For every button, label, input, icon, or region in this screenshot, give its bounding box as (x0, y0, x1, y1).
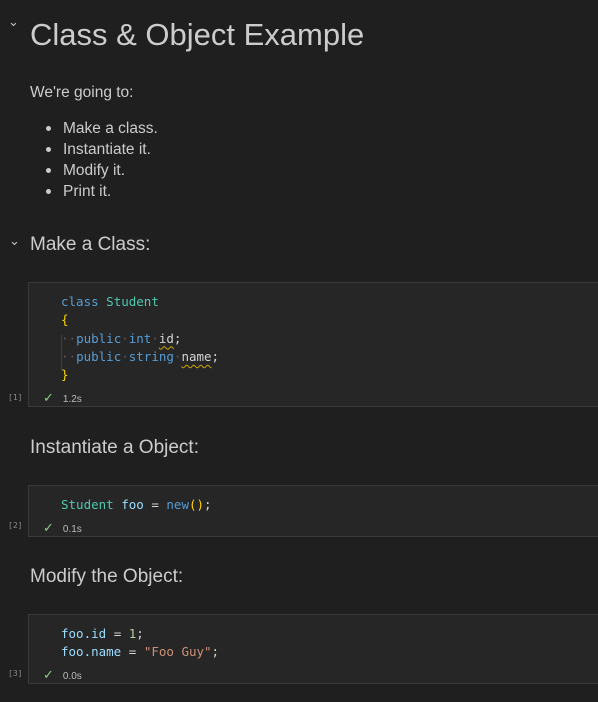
section-heading: Modify the Object: (30, 566, 184, 587)
section-heading: Make a Class: (30, 234, 151, 255)
intro-text: We're going to: (30, 84, 134, 101)
execution-count: [1] (8, 393, 23, 402)
check-icon: ✓ (43, 390, 54, 405)
cell-status: ✓ 0.1s (43, 520, 82, 536)
page-title: Class & Object Example (30, 17, 365, 52)
cell-status: ✓ 1.2s (43, 390, 82, 406)
collapse-title-chevron-icon[interactable]: ⌄ (8, 14, 19, 30)
code-cell-2[interactable]: Student foo = new(); ✓ 0.1s (28, 485, 598, 537)
list-item: Instantiate it. (30, 139, 158, 160)
collapse-section-chevron-icon[interactable]: ⌄ (9, 233, 20, 249)
execution-count: [3] (8, 669, 23, 678)
code-cell-3[interactable]: foo.id = 1; foo.name = "Foo Guy"; ✓ 0.0s (28, 614, 598, 684)
code-cell-1[interactable]: class Student { ··public·int·id; ··publi… (28, 282, 598, 407)
execution-time: 0.0s (62, 671, 82, 682)
list-item: Modify it. (30, 160, 158, 181)
code-editor[interactable]: foo.id = 1; foo.name = "Foo Guy"; (61, 625, 219, 662)
section-heading: Instantiate a Object: (30, 437, 199, 458)
check-icon: ✓ (43, 520, 54, 535)
cell-status: ✓ 0.0s (43, 667, 82, 683)
list-item: Print it. (30, 181, 158, 202)
execution-time: 0.1s (62, 524, 82, 535)
code-editor[interactable]: Student foo = new(); (61, 496, 212, 514)
check-icon: ✓ (43, 667, 54, 682)
execution-time: 1.2s (62, 394, 82, 405)
intro-list: Make a class. Instantiate it. Modify it.… (30, 118, 158, 202)
code-editor[interactable]: class Student { ··public·int·id; ··publi… (61, 293, 219, 384)
execution-count: [2] (8, 521, 23, 530)
list-item: Make a class. (30, 118, 158, 139)
